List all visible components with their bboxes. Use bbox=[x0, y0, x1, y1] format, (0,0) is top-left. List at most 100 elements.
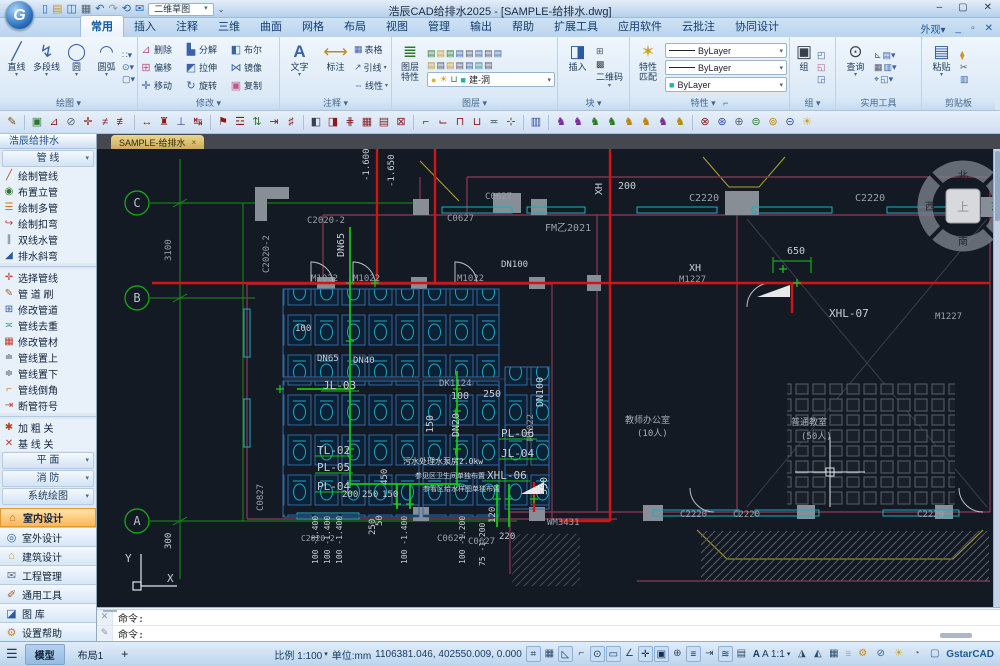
status-toggle-5[interactable]: ▭ bbox=[606, 646, 621, 662]
modify-复制-button[interactable]: ▣复制 bbox=[230, 77, 275, 95]
model-tab[interactable]: 模型 bbox=[25, 644, 65, 665]
plumbing-tool-icon-42[interactable]: ♞ bbox=[655, 113, 671, 131]
plumbing-tool-icon-50[interactable]: ⊝ bbox=[782, 113, 798, 131]
plumbing-tool-icon-43[interactable]: ♞ bbox=[672, 113, 688, 131]
ribbon-tab-扩展工具[interactable]: 扩展工具 bbox=[544, 16, 608, 37]
group-label-clipboard[interactable]: 剪贴板 bbox=[922, 96, 995, 110]
refresh-icon[interactable]: ⟲ bbox=[122, 2, 131, 17]
group-button[interactable]: ▣组 bbox=[792, 39, 816, 96]
modify-拉伸-button[interactable]: ◩拉伸 bbox=[185, 59, 230, 77]
modify-移动-button[interactable]: ✛移动 bbox=[140, 77, 185, 95]
plumbing-tool-icon-5[interactable]: ✛ bbox=[80, 113, 96, 131]
color-select[interactable]: ■ByLayer▾ bbox=[665, 77, 787, 92]
plumbing-tool-icon-2[interactable]: ▣ bbox=[29, 113, 45, 131]
plumbing-tool-icon-10[interactable]: ♜ bbox=[156, 113, 172, 131]
linetype-select[interactable]: ByLayer▾ bbox=[665, 60, 787, 75]
status-toggle-4[interactable]: ⊙ bbox=[590, 646, 605, 662]
status-tool-1[interactable]: ◭ bbox=[810, 646, 825, 662]
palette-item-绘制管线[interactable]: ╱绘制管线 bbox=[0, 167, 96, 183]
plumbing-tool-icon-39[interactable]: ♞ bbox=[604, 113, 620, 131]
linear-button[interactable]: ⇔线性▾ bbox=[354, 77, 388, 94]
plumbing-tool-icon-23[interactable]: ▦ bbox=[359, 113, 375, 131]
palette-nav-图库[interactable]: ◪图 库 bbox=[0, 603, 96, 622]
plumbing-tool-icon-11[interactable]: ⊥ bbox=[173, 113, 189, 131]
plumbing-tool-icon-27[interactable]: ⌐ bbox=[418, 113, 434, 131]
status-toggle-7[interactable]: ✛ bbox=[638, 646, 653, 662]
monitor-icon[interactable]: ▢ bbox=[927, 646, 942, 662]
ribbon-tab-三维[interactable]: 三维 bbox=[208, 16, 250, 37]
palette-nav-工程管理[interactable]: ✉工程管理 bbox=[0, 565, 96, 584]
palette-section-平面[interactable]: 平 面▾ bbox=[2, 452, 94, 469]
palette-nav-室外设计[interactable]: ◎室外设计 bbox=[0, 527, 96, 546]
status-toggle-9[interactable]: ⊕ bbox=[670, 646, 685, 662]
table-button[interactable]: ▦表格 bbox=[354, 41, 388, 58]
inquiry-button[interactable]: ⊙查询▾ bbox=[838, 39, 873, 96]
modify-删除-button[interactable]: ⊿删除 bbox=[140, 41, 185, 59]
plumbing-tool-icon-3[interactable]: ⊿ bbox=[46, 113, 62, 131]
palette-item-绘制多管[interactable]: ☰绘制多管 bbox=[0, 199, 96, 215]
donut-tool-icon[interactable]: ⊙▾ bbox=[122, 62, 135, 73]
message-icon[interactable]: ✉ bbox=[135, 2, 144, 17]
scale-control[interactable]: 比例 1:100▾ bbox=[274, 647, 327, 662]
doc-minimize-button[interactable]: _ bbox=[956, 23, 962, 34]
plumbing-tool-icon-17[interactable]: ⇥ bbox=[266, 113, 282, 131]
layer-select[interactable]: ● ☀ ⊔ ■ 建-洞 ▾ bbox=[427, 72, 555, 87]
modify-布尔-button[interactable]: ◧布尔 bbox=[230, 41, 275, 59]
command-input[interactable]: 命令: bbox=[113, 626, 144, 641]
palette-nav-通用工具[interactable]: ✐通用工具 bbox=[0, 584, 96, 603]
cut-icon[interactable]: ✂ bbox=[960, 62, 969, 73]
palette-item-修改管道[interactable]: ⊞修改管道 bbox=[0, 301, 96, 317]
document-tab[interactable]: SAMPLE-给排水 × bbox=[111, 135, 204, 149]
drawing-area[interactable]: SAMPLE-给排水 × bbox=[97, 134, 1000, 607]
status-toggle-8[interactable]: ▣ bbox=[654, 646, 669, 662]
ungroup-icon[interactable]: ◰ bbox=[817, 50, 826, 61]
palette-item-管道刷[interactable]: ✎管 道 刷 bbox=[0, 285, 96, 301]
status-toggle-2[interactable]: ◺ bbox=[558, 646, 573, 662]
plumbing-tool-icon-41[interactable]: ♞ bbox=[638, 113, 654, 131]
plumbing-tool-icon-38[interactable]: ♞ bbox=[587, 113, 603, 131]
tab-close-icon[interactable]: × bbox=[192, 138, 197, 147]
palette-item-管线置下[interactable]: ≑管线置下 bbox=[0, 365, 96, 381]
palette-item-排水斜弯[interactable]: ◢排水斜弯 bbox=[0, 247, 96, 263]
text-button[interactable]: A文字▾ bbox=[282, 39, 317, 96]
block-edit-icon[interactable]: ⊞ bbox=[596, 46, 623, 57]
palette-section-系统绘图[interactable]: 系统绘图▾ bbox=[2, 488, 94, 505]
add-layout-button[interactable]: + bbox=[116, 647, 133, 661]
group-label-utils[interactable]: 实用工具 bbox=[836, 96, 921, 110]
ribbon-tab-视图[interactable]: 视图 bbox=[376, 16, 418, 37]
palette-item-修改管材[interactable]: ▦修改管材 bbox=[0, 333, 96, 349]
dimension-button[interactable]: ⟷标注 bbox=[318, 39, 353, 96]
palette-nav-室内设计[interactable]: ⌂室内设计 bbox=[0, 508, 96, 527]
palette-item-选择管线[interactable]: ✛选择管线 bbox=[0, 269, 96, 285]
clean-screen-icon[interactable]: ◔ bbox=[909, 646, 924, 662]
status-toggle-10[interactable]: ≡ bbox=[686, 646, 701, 662]
gear-icon[interactable]: ⚙ bbox=[855, 646, 870, 662]
plumbing-tool-icon-31[interactable]: ≖ bbox=[486, 113, 502, 131]
group-label-layer[interactable]: 图层 ▾ bbox=[392, 96, 557, 110]
plumbing-tool-icon-7[interactable]: ≢ bbox=[114, 113, 130, 131]
ribbon-tab-协同设计[interactable]: 协同设计 bbox=[725, 16, 789, 37]
qat-overflow-icon[interactable]: ⌄ bbox=[218, 5, 225, 14]
command-scrollbar[interactable] bbox=[940, 633, 972, 638]
status-toggle-11[interactable]: ⇥ bbox=[702, 646, 717, 662]
ribbon-tab-输出[interactable]: 输出 bbox=[460, 16, 502, 37]
palette-nav-设置帮助[interactable]: ⚙设置帮助 bbox=[0, 622, 96, 641]
plumbing-tool-icon-6[interactable]: ≠ bbox=[97, 113, 113, 131]
plumbing-tool-icon-22[interactable]: ⋕ bbox=[342, 113, 358, 131]
ribbon-tab-应用软件[interactable]: 应用软件 bbox=[608, 16, 672, 37]
plumbing-tool-icon-15[interactable]: ☲ bbox=[232, 113, 248, 131]
ribbon-tab-插入[interactable]: 插入 bbox=[124, 16, 166, 37]
group-label-draw[interactable]: 绘图 ▾ bbox=[0, 96, 137, 110]
plumbing-tool-icon-24[interactable]: ▤ bbox=[376, 113, 392, 131]
qrcode-button[interactable]: ▩ bbox=[596, 58, 623, 71]
command-grip[interactable] bbox=[97, 608, 1000, 610]
ribbon-tab-网格[interactable]: 网格 bbox=[292, 16, 334, 37]
lock-icon[interactable]: ⊘ bbox=[873, 646, 888, 662]
command-close-icon[interactable]: ✕ bbox=[97, 610, 113, 625]
polyline-button[interactable]: ↯多段线▾ bbox=[32, 39, 61, 96]
plumbing-tool-icon-14[interactable]: ⚑ bbox=[215, 113, 231, 131]
plumbing-tool-icon-16[interactable]: ⇅ bbox=[249, 113, 265, 131]
drawing-canvas[interactable]: 北 南 西 东 上 CBA -1.600-1.650XH200FM乙2021C2… bbox=[97, 149, 993, 607]
plumbing-tool-icon-34[interactable]: ▥ bbox=[528, 113, 544, 131]
palette-item-管线去重[interactable]: ≍管线去重 bbox=[0, 317, 96, 333]
